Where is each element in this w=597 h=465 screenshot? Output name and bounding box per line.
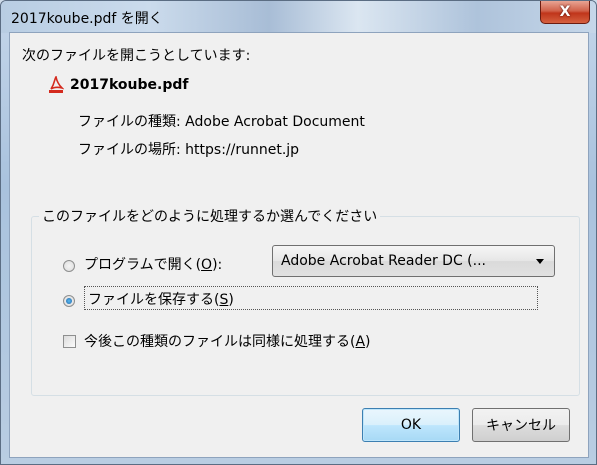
file-row: 2017koube.pdf: [48, 74, 189, 94]
file-location: ファイルの場所: https://runnet.jp: [78, 142, 300, 158]
file-type: ファイルの種類: Adobe Acrobat Document: [78, 114, 365, 130]
open-with-label[interactable]: プログラムで開く(O):: [84, 254, 222, 274]
ok-button[interactable]: OK: [362, 408, 460, 442]
remember-choice-checkbox[interactable]: [63, 335, 76, 348]
save-file-radio[interactable]: [63, 295, 75, 307]
intro-text: 次のファイルを開こうとしています:: [22, 48, 251, 64]
pdf-file-icon: [48, 74, 65, 94]
dialog-body: 次のファイルを開こうとしています: 2017koube.pdf ファイルの種類:…: [9, 32, 589, 458]
title-bar[interactable]: 2017koube.pdf を開く X: [1, 1, 596, 33]
file-name: 2017koube.pdf: [70, 77, 189, 93]
open-with-radio[interactable]: [63, 260, 75, 272]
program-select-value: Adobe Acrobat Reader DC (...: [281, 253, 486, 269]
chevron-down-icon: [536, 259, 544, 264]
action-group-label: このファイルをどのように処理するか選んでください: [39, 206, 381, 226]
cancel-button[interactable]: キャンセル: [472, 408, 570, 442]
open-file-dialog: 2017koube.pdf を開く X 次のファイルを開こうとしています: 20…: [0, 0, 597, 465]
close-icon: X: [559, 4, 571, 20]
remember-choice-label[interactable]: 今後この種類のファイルは同様に処理する(A): [84, 331, 371, 351]
save-file-label[interactable]: ファイルを保存する(S): [84, 286, 538, 310]
program-select[interactable]: Adobe Acrobat Reader DC (...: [272, 245, 555, 277]
close-button[interactable]: X: [540, 1, 590, 24]
window-title: 2017koube.pdf を開く: [11, 11, 163, 27]
